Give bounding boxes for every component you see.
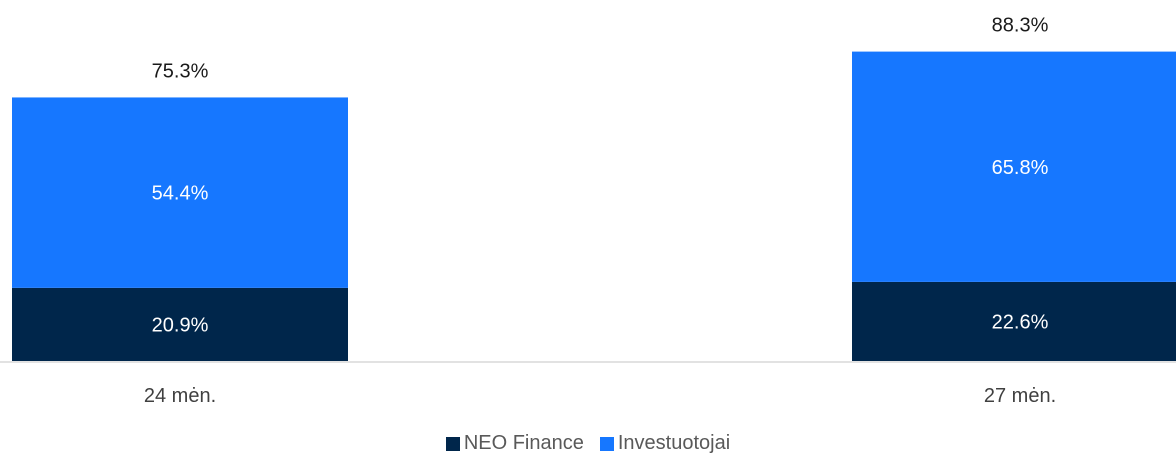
- legend-item-neo-finance: NEO Finance: [445, 432, 584, 455]
- legend-swatch-investuotojai: [599, 436, 614, 451]
- legend-label-investuotojai: Investuotojai: [617, 432, 731, 454]
- stacked-bar-chart: 20.9% 54.4% 75.3% 24 mėn. 22.6% 65.8% 88.3% 27 …: [0, 15, 1176, 407]
- total-label-2: 88.3%: [992, 15, 1049, 37]
- total-label-1: 75.3%: [152, 60, 209, 82]
- legend-item-investuotojai: Investuotojai: [599, 432, 731, 455]
- x-tick-label-1: 24 mėn.: [144, 385, 216, 407]
- x-tick-label-2: 27 mėn.: [984, 385, 1056, 407]
- data-label-investuotojai-1: 54.4%: [152, 183, 209, 205]
- data-label-neo-finance-1: 20.9%: [152, 314, 209, 336]
- legend: NEO Finance Investuotojai: [0, 432, 1176, 455]
- data-label-investuotojai-2: 65.8%: [992, 157, 1049, 179]
- data-label-neo-finance-2: 22.6%: [992, 311, 1049, 333]
- legend-swatch-neo-finance: [445, 436, 460, 451]
- legend-label-neo-finance: NEO Finance: [463, 432, 584, 454]
